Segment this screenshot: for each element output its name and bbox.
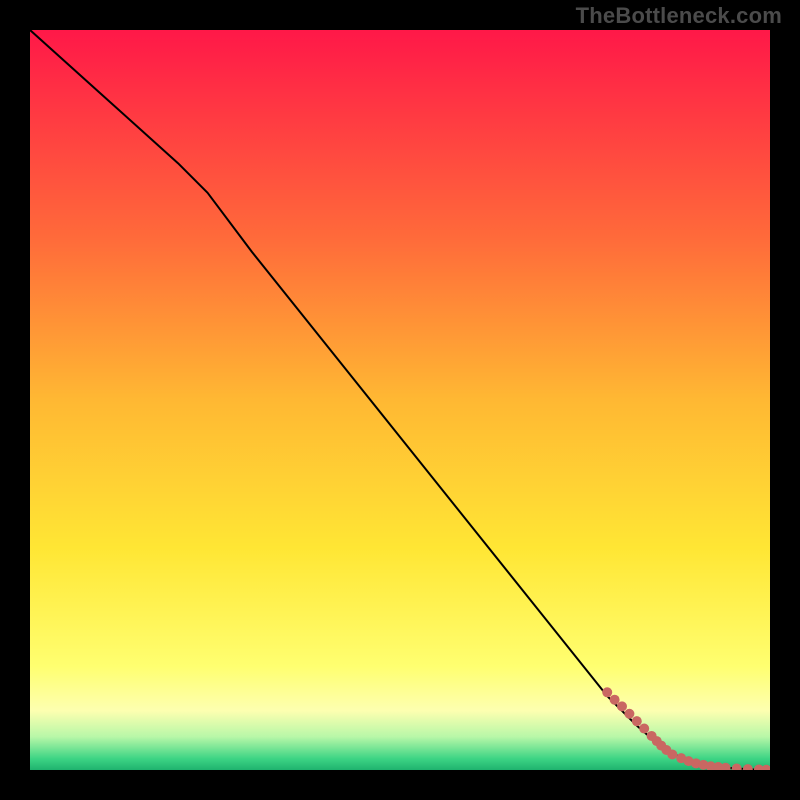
scatter-point <box>624 709 634 719</box>
scatter-point <box>639 724 649 734</box>
chart-frame: TheBottleneck.com <box>0 0 800 800</box>
scatter-point <box>667 749 677 759</box>
scatter-point <box>610 695 620 705</box>
scatter-point <box>617 701 627 711</box>
chart-background <box>30 30 770 770</box>
scatter-point <box>602 687 612 697</box>
chart-svg <box>30 30 770 770</box>
plot-area <box>30 30 770 770</box>
scatter-point <box>632 716 642 726</box>
watermark-text: TheBottleneck.com <box>576 3 782 29</box>
